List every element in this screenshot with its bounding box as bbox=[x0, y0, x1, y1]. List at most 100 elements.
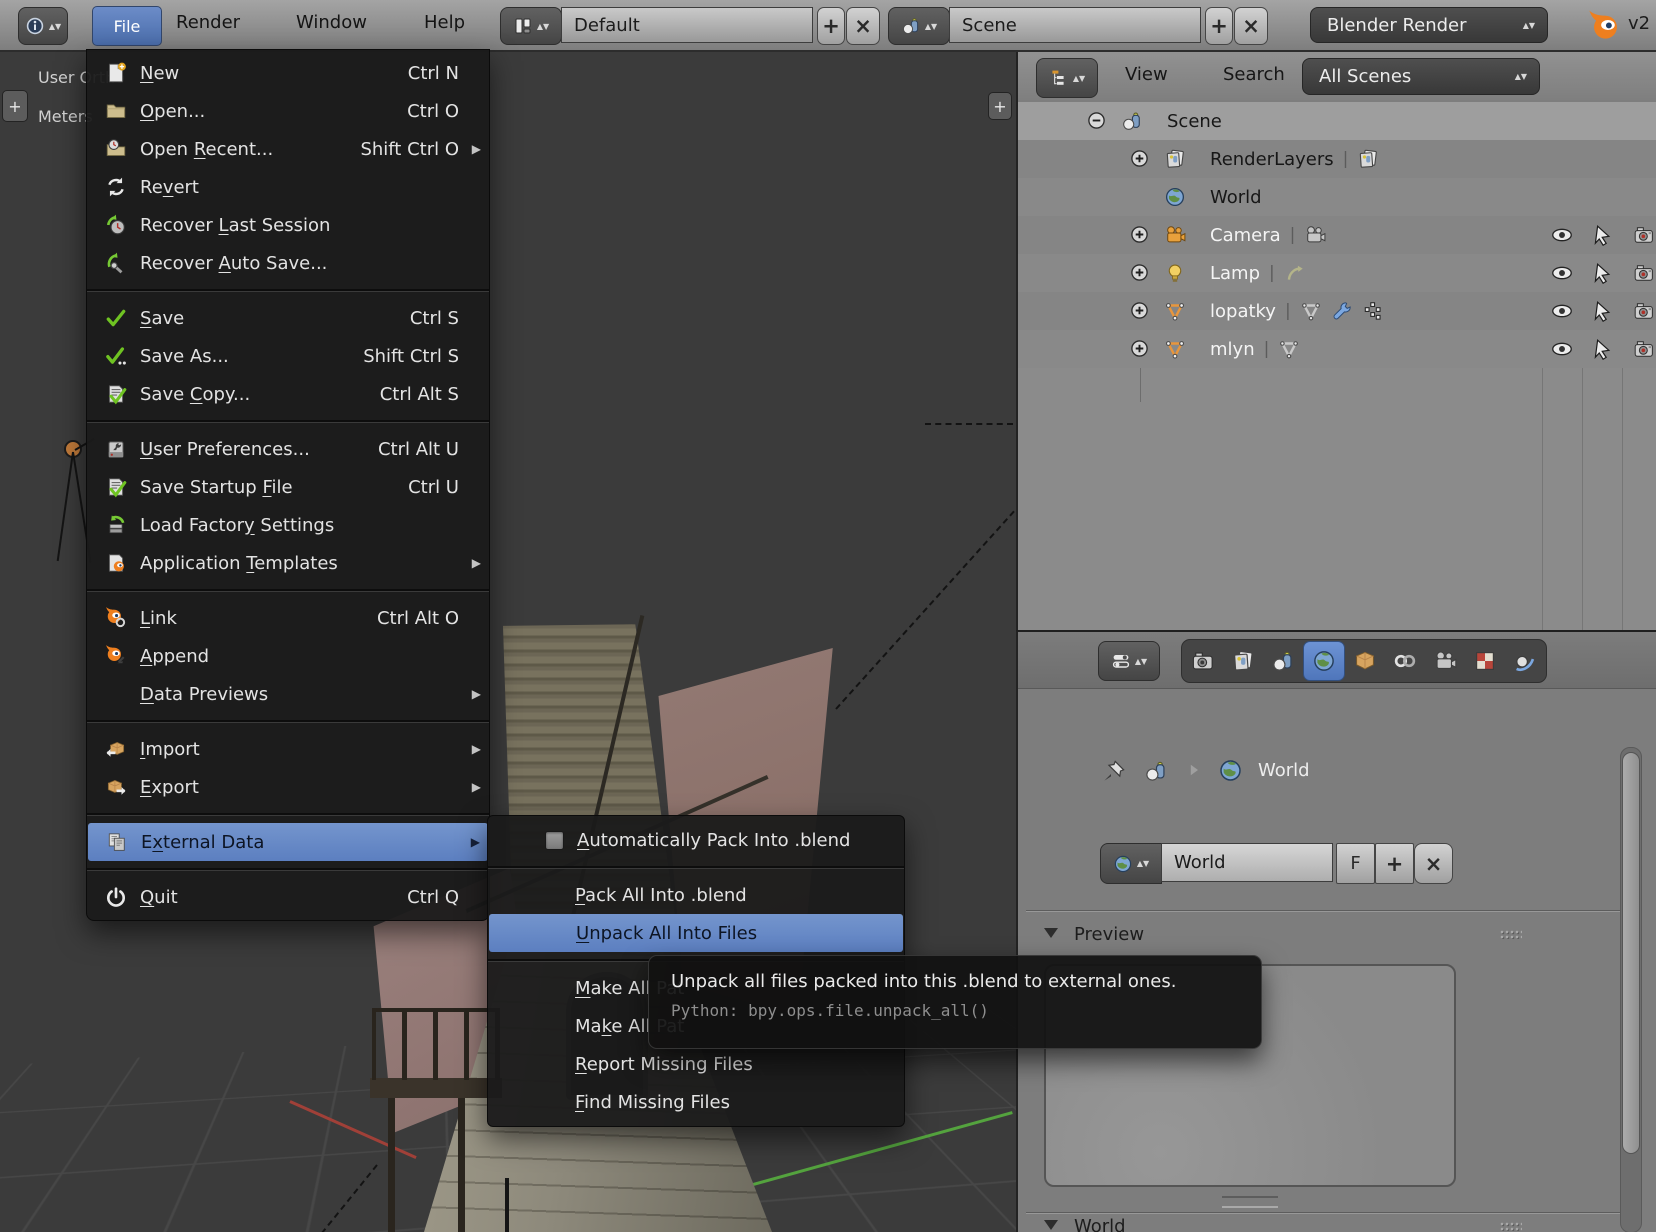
properties-tab-scene[interactable] bbox=[1263, 642, 1303, 680]
menu-item-link[interactable]: LinkCtrl Alt O bbox=[87, 599, 489, 637]
menu-item-data-previews[interactable]: Data Previews▶ bbox=[87, 675, 489, 713]
menu-item-revert[interactable]: Revert bbox=[87, 168, 489, 206]
eye-icon[interactable] bbox=[1550, 300, 1574, 322]
outliner-row-mlyn[interactable]: mlyn| bbox=[1018, 330, 1656, 368]
menu-item-export[interactable]: Export▶ bbox=[87, 768, 489, 806]
close-layout-button[interactable]: × bbox=[846, 7, 880, 45]
outliner-row-label[interactable]: Scene bbox=[1167, 111, 1222, 132]
render-engine-dropdown[interactable]: Blender Render ▲▼ bbox=[1310, 7, 1548, 43]
menu-item-quit[interactable]: QuitCtrl Q bbox=[87, 878, 489, 916]
scene-name-field[interactable]: Scene bbox=[949, 7, 1201, 43]
outliner-editor-selector[interactable]: ▲▼ bbox=[1036, 58, 1098, 98]
properties-tab-texture[interactable] bbox=[1465, 642, 1505, 680]
menu-item-user-preferences[interactable]: User Preferences...Ctrl Alt U bbox=[87, 430, 489, 468]
menu-item-save-startup-file[interactable]: Save Startup FileCtrl U bbox=[87, 468, 489, 506]
cursor-select-icon[interactable] bbox=[1590, 262, 1614, 284]
outliner-row-label[interactable]: mlyn bbox=[1210, 339, 1255, 360]
properties-tab-object-data[interactable] bbox=[1425, 642, 1465, 680]
outliner-row-label[interactable]: Lamp bbox=[1210, 263, 1260, 284]
properties-editor-selector[interactable]: ▲▼ bbox=[1098, 641, 1160, 681]
submenu-item-find-missing-files[interactable]: Find Missing Files bbox=[488, 1083, 904, 1121]
outliner-row-label[interactable]: lopatky bbox=[1210, 301, 1276, 322]
preview-collapse-icon[interactable] bbox=[1044, 928, 1058, 938]
properties-tab-object[interactable] bbox=[1345, 642, 1385, 680]
outliner-row-label[interactable]: Camera bbox=[1210, 225, 1281, 246]
outliner-row-label[interactable]: World bbox=[1210, 187, 1262, 208]
properties-tab-render[interactable] bbox=[1183, 642, 1223, 680]
world-collapse-icon[interactable] bbox=[1044, 1220, 1058, 1230]
checkbox-unchecked[interactable] bbox=[545, 831, 564, 850]
world-panel-grip[interactable] bbox=[1500, 1222, 1522, 1231]
render-camera-icon[interactable] bbox=[1632, 224, 1656, 246]
menu-file[interactable]: File bbox=[92, 6, 162, 46]
render-camera-icon[interactable] bbox=[1632, 262, 1656, 284]
add-scene-button[interactable]: + bbox=[1205, 7, 1233, 45]
outliner-row-lopatky[interactable]: lopatky| bbox=[1018, 292, 1656, 330]
properties-region-toggle-button[interactable]: + bbox=[988, 92, 1012, 120]
render-camera-icon[interactable] bbox=[1632, 300, 1656, 322]
menu-render[interactable]: Render bbox=[176, 12, 240, 33]
outliner-row-renderlayers[interactable]: RenderLayers| bbox=[1018, 140, 1656, 178]
close-scene-button[interactable]: × bbox=[1234, 7, 1268, 45]
expand-plus-icon[interactable] bbox=[1130, 301, 1149, 320]
menu-item-external-data[interactable]: External Data▶ bbox=[88, 823, 488, 861]
menu-item-append[interactable]: Append bbox=[87, 637, 489, 675]
outliner-view-menu[interactable]: View bbox=[1125, 64, 1168, 85]
scene-selector[interactable]: ▲▼ bbox=[888, 7, 950, 45]
properties-tab-render-layers[interactable] bbox=[1223, 642, 1263, 680]
expand-plus-icon[interactable] bbox=[1130, 225, 1149, 244]
outliner-search-menu[interactable]: Search bbox=[1223, 64, 1285, 85]
eye-icon[interactable] bbox=[1550, 262, 1574, 284]
preview-panel-grip[interactable] bbox=[1500, 930, 1522, 939]
editor-type-selector[interactable]: ▲▼ bbox=[18, 7, 68, 45]
menu-item-save[interactable]: SaveCtrl S bbox=[87, 299, 489, 337]
outliner-row-scene[interactable]: Scene bbox=[1018, 102, 1656, 140]
menu-item-open[interactable]: Open...Ctrl O bbox=[87, 92, 489, 130]
submenu-item-report-missing-files[interactable]: Report Missing Files bbox=[488, 1045, 904, 1083]
world-name-field[interactable]: World bbox=[1161, 843, 1333, 882]
expand-plus-icon[interactable] bbox=[1130, 339, 1149, 358]
submenu-item-automatically-pack-into-blend[interactable]: Automatically Pack Into .blend bbox=[488, 821, 904, 859]
outliner-row-world[interactable]: World bbox=[1018, 178, 1656, 216]
outliner-row-camera[interactable]: Camera| bbox=[1018, 216, 1656, 254]
expand-minus-icon[interactable] bbox=[1087, 111, 1106, 130]
menu-item-open-recent[interactable]: Open Recent...Shift Ctrl O▶ bbox=[87, 130, 489, 168]
menu-item-application-templates[interactable]: Application Templates▶ bbox=[87, 544, 489, 582]
render-camera-icon[interactable] bbox=[1632, 338, 1656, 360]
cursor-select-icon[interactable] bbox=[1590, 338, 1614, 360]
menu-item-save-as[interactable]: Save As...Shift Ctrl S bbox=[87, 337, 489, 375]
toolshelf-toggle-button[interactable]: + bbox=[2, 90, 28, 122]
submenu-item-unpack-all-into-files[interactable]: Unpack All Into Files bbox=[489, 914, 903, 952]
screen-layout-selector[interactable]: ▲▼ bbox=[500, 7, 562, 45]
menu-item-load-factory-settings[interactable]: Load Factory Settings bbox=[87, 506, 489, 544]
eye-icon[interactable] bbox=[1550, 338, 1574, 360]
properties-scrollbar[interactable] bbox=[1620, 747, 1642, 1232]
expand-plus-icon[interactable] bbox=[1130, 149, 1149, 168]
cursor-select-icon[interactable] bbox=[1590, 224, 1614, 246]
menu-item-recover-last-session[interactable]: Recover Last Session bbox=[87, 206, 489, 244]
unlink-world-button[interactable]: × bbox=[1414, 843, 1453, 884]
preview-resize-grip[interactable] bbox=[1222, 1196, 1278, 1208]
scrollbar-thumb[interactable] bbox=[1622, 752, 1640, 1154]
properties-tab-constraints[interactable] bbox=[1385, 642, 1425, 680]
outliner-row-label[interactable]: RenderLayers bbox=[1210, 149, 1334, 170]
preview-panel-title[interactable]: Preview bbox=[1074, 924, 1144, 945]
pin-icon[interactable] bbox=[1102, 759, 1126, 783]
screen-layout-name-field[interactable]: Default bbox=[561, 7, 813, 43]
menu-item-recover-auto-save[interactable]: Recover Auto Save... bbox=[87, 244, 489, 282]
outliner-row-lamp[interactable]: Lamp| bbox=[1018, 254, 1656, 292]
world-panel-title[interactable]: World bbox=[1074, 1216, 1126, 1232]
properties-tab-physics[interactable] bbox=[1505, 642, 1545, 680]
menu-window[interactable]: Window bbox=[296, 12, 367, 33]
eye-icon[interactable] bbox=[1550, 224, 1574, 246]
properties-tab-world[interactable] bbox=[1303, 641, 1345, 681]
add-world-button[interactable]: + bbox=[1375, 843, 1414, 884]
cursor-select-icon[interactable] bbox=[1590, 300, 1614, 322]
menu-item-new[interactable]: NewCtrl N bbox=[87, 54, 489, 92]
menu-item-save-copy[interactable]: Save Copy...Ctrl Alt S bbox=[87, 375, 489, 413]
menu-help[interactable]: Help bbox=[424, 12, 465, 33]
add-layout-button[interactable]: + bbox=[817, 7, 845, 45]
submenu-item-pack-all-into-blend[interactable]: Pack All Into .blend bbox=[488, 876, 904, 914]
fake-user-button[interactable]: F bbox=[1336, 843, 1375, 884]
menu-item-import[interactable]: Import▶ bbox=[87, 730, 489, 768]
